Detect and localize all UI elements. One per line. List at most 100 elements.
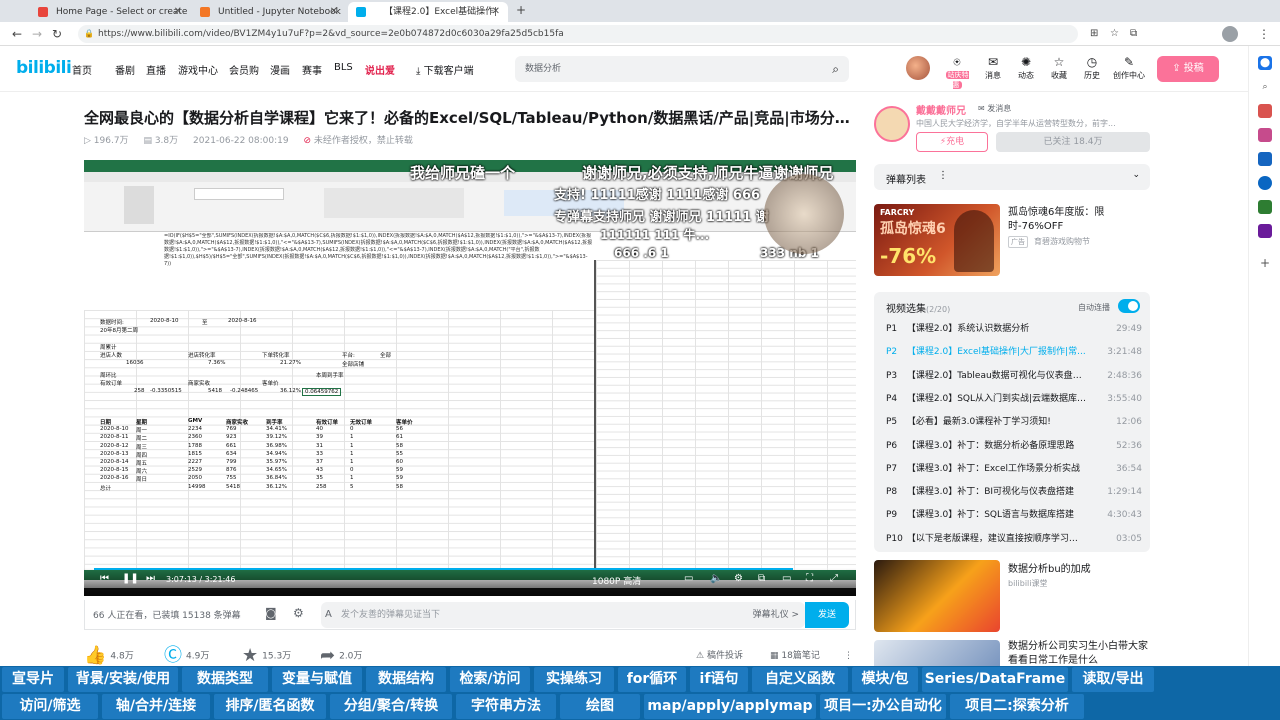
ad-card[interactable]: FARCRY 孤岛惊魂6 -76% 孤岛惊魂6年度版：限时-76%OFF 广告 … [874,204,1150,276]
translate-icon[interactable]: ⊞ [1090,26,1098,42]
nav-home[interactable]: 首页 [72,62,92,77]
topic-tab[interactable]: 数据类型 [182,667,268,692]
episode-item[interactable]: P4 【课程2.0】SQL从入门到实战|云端数据库搭建... 3:55:40 [886,388,1142,411]
sidebar-add-icon[interactable]: + [1258,256,1272,270]
fullscreen-icon[interactable]: ⤢ [830,573,838,584]
browser-tab[interactable]: Untitled - Jupyter Notebook ✕ [192,2,346,22]
ad-title[interactable]: 孤岛惊魂6年度版：限时-76%OFF [1008,206,1150,234]
recommend-author[interactable]: bilibili课堂 [1008,578,1048,589]
episode-item[interactable]: P3 【课程2.0】Tableau数据可视化与仪表盘搭建 2:48:36 [886,365,1142,388]
browser-tab[interactable]: Home Page - Select or create a n ✕ [30,2,190,22]
recommend-title[interactable]: 数据分析bu的加成 [1008,560,1091,575]
sidebar-outlook-icon[interactable] [1258,176,1272,190]
close-tab-icon[interactable]: ✕ [330,2,338,22]
header-messages[interactable]: ✉ 消息 [978,54,1008,81]
episode-item[interactable]: P2 【课程2.0】Excel基础操作|大厂报制作|常... 3:21:48 [886,341,1142,364]
menu-dots-icon[interactable]: ⋮ [1258,26,1270,42]
like-button[interactable]: 👍 4.8万 [84,645,134,668]
report-link[interactable]: ⚠ 稿件投诉 [696,645,743,667]
topic-tab[interactable]: 项目一:办公自动化 [820,694,946,719]
autoplay-toggle[interactable] [1118,299,1140,313]
progress-bar[interactable] [94,568,846,570]
send-message-link[interactable]: ✉ 发消息 [978,103,1011,114]
recommend-card[interactable]: 数据分析公司实习生小白带大家看看日常工作是什么 [874,640,1150,666]
user-avatar[interactable] [906,56,930,80]
charge-button[interactable]: ⚡充电 [916,132,988,152]
episode-item[interactable]: P7 【课程3.0】补丁：Excel工作场景分析实战 36:54 [886,458,1142,481]
widescreen-icon[interactable]: ▭ [782,573,791,584]
sidebar-search-icon[interactable]: ⌕ [1258,80,1272,94]
nav-live[interactable]: 直播 [146,62,166,77]
favorite-button[interactable]: ★ 15.3万 [242,645,291,668]
webfull-icon[interactable]: ⛶ [806,573,813,584]
uploader-avatar[interactable] [874,106,910,142]
nav-anime[interactable]: 番剧 [115,62,135,77]
url-field[interactable]: 🔒 https://www.bilibili.com/video/BV1ZM4y… [78,25,1078,43]
chevron-down-icon[interactable]: ⌄ [1132,170,1140,180]
topic-tab[interactable]: 轴/合并/连接 [102,694,210,719]
sidebar-app-icon[interactable] [1258,224,1272,238]
episode-item[interactable]: P10 【以下是老版课程，建议直接按顺序学习上面的... 03:05 [886,528,1142,551]
topic-tab[interactable]: 自定义函数 [752,667,848,692]
episode-item[interactable]: P1 【课程2.0】系统认识数据分析 29:49 [886,318,1142,341]
recommend-card[interactable]: 数据分析bu的加成 bilibili课堂 [874,560,1150,632]
search-input[interactable]: 数据分析 ⌕ [515,56,849,82]
search-icon[interactable]: ⌕ [832,56,839,82]
topic-tab[interactable]: Series/DataFrame [922,667,1068,692]
recommend-title[interactable]: 数据分析公司实习生小白带大家看看日常工作是什么 [1008,640,1150,666]
sidebar-bookmark-icon[interactable]: ⬤ [1258,56,1272,70]
bookmark-star-icon[interactable]: ☆ [1110,26,1119,42]
prev-icon[interactable]: ⏮ [100,573,109,584]
topic-tab[interactable]: for循环 [618,667,686,692]
more-icon[interactable]: ⋮ [844,645,853,667]
settings-icon[interactable]: ⚙ [734,573,743,584]
volume-icon[interactable]: 🔈 [710,573,722,584]
sidebar-games-icon[interactable] [1258,128,1272,142]
topic-tab[interactable]: 分组/聚合/转换 [330,694,452,719]
notes-link[interactable]: ▦ 18篇笔记 [770,645,820,667]
nav-manga[interactable]: 漫画 [270,62,290,77]
sidebar-tools-icon[interactable] [1258,104,1272,118]
close-tab-icon[interactable]: ✕ [492,2,500,22]
topic-tab[interactable]: 变量与赋值 [272,667,362,692]
close-tab-icon[interactable]: ✕ [174,2,182,22]
pip-icon[interactable]: ⧉ [758,573,765,584]
video-player[interactable]: =IO(IF($H$5="全部",SUMIFS(INDEX(拆报数据!$A:$A… [84,160,856,596]
danmaku-toggle-icon[interactable]: ▭ [684,573,693,584]
topic-tab[interactable]: 绘图 [560,694,640,719]
followed-button[interactable]: 已关注 18.4万 [996,132,1150,152]
profile-avatar[interactable] [1222,26,1238,42]
topic-tab[interactable]: 访问/筛选 [2,694,98,719]
header-vip[interactable]: ⍟ 站庆特惠 [942,54,972,90]
pause-icon[interactable]: ❚❚ [122,573,139,584]
nav-esports[interactable]: 赛事 [302,62,322,77]
topic-tab[interactable]: 字符串方法 [456,694,556,719]
episode-item[interactable]: P6 【课程3.0】补丁：数据分析必备原理思路 52:36 [886,435,1142,458]
topic-tab[interactable]: map/apply/applymap [644,694,816,719]
topic-tab[interactable]: 模块/包 [852,667,918,692]
share-button[interactable]: ➦ 2.0万 [320,645,362,668]
sidebar-excel-icon[interactable] [1258,200,1272,214]
topic-tab[interactable]: 项目二:探索分析 [950,694,1084,719]
font-style-icon[interactable]: A [325,602,332,628]
topic-tab[interactable]: 数据结构 [366,667,446,692]
nav-bls[interactable]: BLS [334,62,353,73]
nav-shop[interactable]: 会员购 [229,62,259,77]
nav-game-center[interactable]: 游戏中心 [178,62,218,77]
coin-button[interactable]: Ⓒ 4.9万 [164,645,209,668]
danmaku-list-header[interactable]: 弹幕列表 ⋮ ⌄ [874,164,1150,190]
topic-tab[interactable]: if语句 [690,667,748,692]
header-history[interactable]: ◷ 历史 [1077,54,1107,81]
browser-tab-active[interactable]: 【课程2.0】Excel基础操作| ✕ [348,2,508,22]
danmaku-input[interactable]: A 发个友善的弹幕见证当下 弹幕礼仪 > [321,602,805,628]
header-dynamic[interactable]: ✺ 动态 [1011,54,1041,81]
bilibili-logo[interactable]: bilibili [16,58,72,78]
upload-button[interactable]: ⇪ 投稿 [1157,56,1219,82]
topic-tab[interactable]: 宣导片 [2,667,64,692]
quality-selector[interactable]: 1080P 高清 [592,574,641,587]
header-creator[interactable]: ✎ 创作中心 [1110,54,1148,81]
danmaku-settings-icon[interactable]: ⚙ [293,606,304,620]
danmaku-list-more-icon[interactable]: ⋮ [938,170,948,181]
episode-item[interactable]: P5 【必看】最新3.0课程补丁学习须知! 12:06 [886,411,1142,434]
topic-tab[interactable]: 背景/安装/使用 [68,667,178,692]
